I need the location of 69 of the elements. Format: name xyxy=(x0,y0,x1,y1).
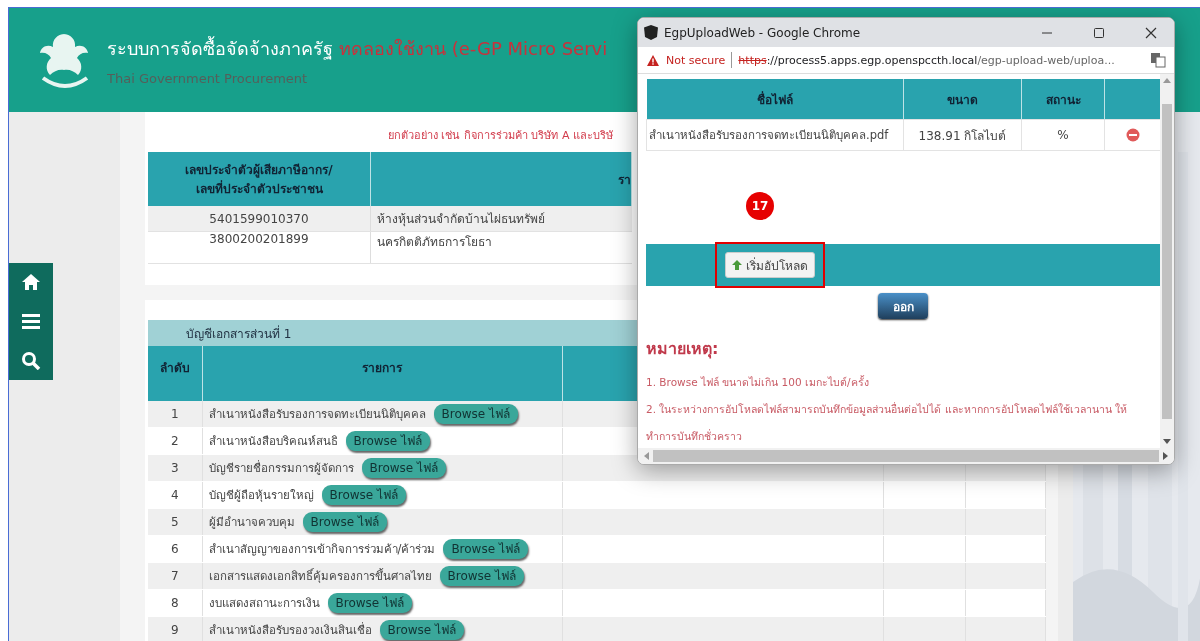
notes-title: หมายเหตุ: xyxy=(646,338,720,361)
browse-button[interactable]: Browse ไฟล์ xyxy=(321,485,406,505)
start-upload-button[interactable]: เริ่มอัปโหลด xyxy=(725,252,815,278)
security-label[interactable]: Not secure xyxy=(666,53,726,67)
row-number: 2 xyxy=(148,427,202,455)
row-number: 1 xyxy=(148,401,202,428)
document-name: สำเนาหนังสือบริคณห์สนธิ xyxy=(208,434,338,448)
document-name: ผู้มีอำนาจควบคุม xyxy=(208,515,295,529)
document-name: สำเนาสัญญาของการเข้ากิจการร่วมค้า/ค้าร่วม xyxy=(208,542,436,556)
browse-button[interactable]: Browse ไฟล์ xyxy=(345,431,430,451)
document-name: เอกสารแสดงเอกสิทธิ์คุ้มครองการขึ้นศาลไทย xyxy=(208,569,432,583)
document-name: บัญชีรายชื่อกรรมการผู้จัดการ xyxy=(208,461,354,475)
home-icon[interactable] xyxy=(21,273,41,292)
file-size: 138.91 กิโลไบต์ xyxy=(903,119,1022,151)
tax-id-cell: 5401599010370 xyxy=(148,206,371,232)
name-cell: ห้างหุ้นส่วนจำกัดบ้านไผ่ธนทรัพย์ xyxy=(370,206,632,232)
search-icon[interactable] xyxy=(21,351,41,370)
document-name: สำเนาหนังสือรับรองการจดทะเบียนนิติบุคคล xyxy=(208,407,426,421)
row-number: 5 xyxy=(148,508,202,536)
row-number: 3 xyxy=(148,454,202,482)
browse-button[interactable]: Browse ไฟล์ xyxy=(443,539,528,559)
column-header: ลำดับ xyxy=(159,361,190,375)
file-name: สำเนาหนังสือรับรองการจดทะเบียนนิติบุคคล.pdf xyxy=(646,119,904,151)
maximize-icon[interactable] xyxy=(1093,26,1105,39)
note-text: 2. ในระหว่างการอัปโหลดไฟล์สามารถบันทึกข้อมูลส่วนอื่นต่อไปได้ และหากการอัปโหลดไฟล์ใช้เวลานาน ให้ทำการบันทึกชั่วคราว xyxy=(646,401,1129,444)
example-note: ยกตัวอย่าง เช่น กิจการร่วมค้า บริษัท A และบริษั xyxy=(388,128,613,144)
tax-id-cell: 3800200201899 xyxy=(148,231,371,264)
document-name: งบแสดงสถานะการเงิน xyxy=(208,596,320,610)
scroll-right-icon[interactable] xyxy=(1163,452,1168,460)
site-title: ระบบการจัดซื้อจัดจ้างภาครัฐ xyxy=(107,35,333,62)
browse-button[interactable]: Browse ไฟล์ xyxy=(361,458,446,478)
close-icon[interactable] xyxy=(1145,26,1157,39)
browse-button[interactable]: Browse ไฟล์ xyxy=(379,620,464,640)
document-name: สำเนาหนังสือรับรองวงเงินสินเชื่อ xyxy=(208,623,372,637)
warning-icon xyxy=(646,53,660,67)
browse-button[interactable]: Browse ไฟล์ xyxy=(439,566,524,586)
browse-button[interactable]: Browse ไฟล์ xyxy=(302,512,387,532)
vertical-scrollbar[interactable] xyxy=(1160,74,1174,448)
row-number: 8 xyxy=(148,589,202,617)
step-badge: 17 xyxy=(746,192,774,220)
row-number: 9 xyxy=(148,616,202,641)
column-header: รา xyxy=(618,172,631,187)
site-subtitle: Thai Government Procurement xyxy=(107,71,309,86)
browse-button[interactable]: Browse ไฟล์ xyxy=(327,593,412,613)
column-header: ชื่อไฟล์ xyxy=(756,92,793,107)
name-cell: นครกิตติภัทธการโยธา xyxy=(370,231,632,264)
column-header: เลขประจำตัวผู้เสียภาษีอากร/ เลขที่ประจำตัวประชาชน xyxy=(185,163,333,196)
exit-button[interactable]: ออก xyxy=(878,293,928,319)
address-text[interactable]: https://process5.apps.egp.openspccth.local/egp-upload-web/uploa... xyxy=(738,53,1144,67)
upload-status: % xyxy=(1021,119,1105,151)
app-icon xyxy=(644,25,658,40)
browse-button[interactable]: Browse ไฟล์ xyxy=(433,404,518,424)
translate-icon[interactable] xyxy=(1150,52,1166,68)
section-title: บัญชีเอกสารส่วนที่ 1 xyxy=(186,324,292,343)
trial-label: ทดลองใช้งาน (e-GP Micro Servi xyxy=(339,37,608,61)
remove-icon[interactable] xyxy=(1125,128,1140,142)
column-header: รายการ xyxy=(362,361,402,375)
row-number: 4 xyxy=(148,481,202,509)
column-header: ขนาด xyxy=(947,92,978,107)
scroll-down-icon[interactable] xyxy=(1163,439,1171,444)
column-header: สถานะ xyxy=(1045,92,1081,107)
menu-icon[interactable] xyxy=(21,312,41,331)
up-arrow-icon xyxy=(732,260,742,270)
window-title: EgpUploadWeb - Google Chrome xyxy=(664,25,862,40)
note-text: 1. Browse ไฟล์ ขนาดไม่เกิน 100 เมกะไบต์/ครั้ง xyxy=(646,374,870,390)
horizontal-scrollbar[interactable] xyxy=(638,448,1174,464)
row-number: 7 xyxy=(148,562,202,590)
row-number: 6 xyxy=(148,535,202,563)
document-name: บัญชีผู้ถือหุ้นรายใหญ่ xyxy=(208,488,314,502)
